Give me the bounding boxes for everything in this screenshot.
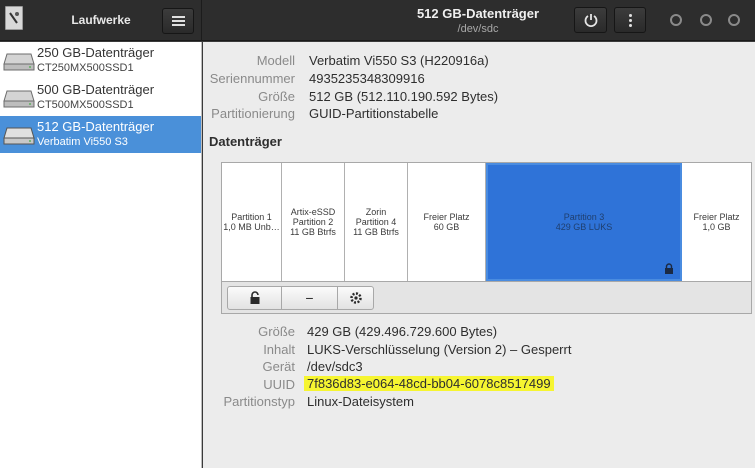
drive-device: /dev/sdc: [457, 23, 499, 35]
sidebar-header: Laufwerke: [0, 0, 202, 41]
drive-name: 512 GB-Datenträger: [37, 119, 155, 134]
hard-disk-icon: [3, 127, 35, 145]
drive-model: CT250MX500SSD1: [37, 62, 134, 74]
drive-model: CT500MX500SSD1: [37, 99, 134, 111]
partition-line2: 60 GB: [433, 222, 460, 232]
partition-segment[interactable]: Zorin Partition 4 11 GB Btrfs: [345, 163, 408, 281]
content-value: LUKS-Verschlüsselung (Version 2) – Gespe…: [307, 342, 572, 357]
partition-line1: Artix-eSSD: [290, 207, 336, 217]
size-label: Größe: [258, 89, 295, 104]
power-icon: [584, 14, 598, 27]
partition-settings-button[interactable]: [337, 286, 374, 310]
uuid-label: UUID: [263, 377, 295, 392]
hamburger-icon-line: [172, 24, 185, 26]
drive-item-selected[interactable]: 512 GB-Datenträger Verbatim Vi550 S3: [0, 116, 201, 153]
hard-disk-icon: [3, 53, 35, 71]
part-size-value: 429 GB (429.496.729.600 Bytes): [307, 324, 498, 339]
hard-disk-icon: [3, 90, 35, 108]
content-label: Inhalt: [263, 342, 295, 357]
partitioning-value: GUID-Partitionstabelle: [309, 106, 439, 121]
drive-name: 250 GB-Datenträger: [37, 45, 155, 60]
volumes-heading: Datenträger: [209, 134, 282, 149]
partition-line2: 429 GB LUKS: [555, 222, 613, 232]
partition-line1: Freier Platz: [693, 212, 740, 222]
partition-line2: Partition 4: [355, 217, 397, 227]
drive-item[interactable]: 500 GB-Datenträger CT500MX500SSD1: [0, 79, 201, 116]
device-label: Gerät: [262, 359, 295, 374]
part-size-label: Größe: [258, 324, 295, 339]
uuid-value: 7f836d83-e064-48cd-bb04-6078c8517499: [304, 376, 554, 391]
header-bar: Laufwerke 512 GB-Datenträger /dev/sdc: [0, 0, 755, 41]
partition-toolbar: −: [221, 282, 752, 314]
drive-options-button[interactable]: [614, 7, 646, 33]
partition-segment[interactable]: Freier Platz 1,0 GB: [682, 163, 751, 281]
partition-line2: 1,0 GB: [702, 222, 731, 232]
drive-list: 250 GB-Datenträger CT250MX500SSD1 500 GB…: [0, 42, 202, 468]
serial-value: 4935235348309916: [309, 71, 425, 86]
serial-label: Seriennummer: [209, 71, 295, 86]
partition-line2: 1,0 MB Unb…: [223, 222, 280, 232]
partition-line3: 11 GB Btrfs: [290, 227, 336, 237]
hamburger-icon-line: [172, 20, 185, 22]
drive-name: 500 GB-Datenträger: [37, 82, 155, 97]
partition-segment[interactable]: Artix-eSSD Partition 2 11 GB Btrfs: [282, 163, 345, 281]
size-value: 512 GB (512.110.190.592 Bytes): [309, 89, 499, 104]
partition-line1: Partition 3: [563, 212, 605, 222]
drive-item[interactable]: 250 GB-Datenträger CT250MX500SSD1: [0, 42, 201, 79]
unlock-button[interactable]: [227, 286, 282, 310]
app-menu-button[interactable]: [162, 8, 194, 34]
model-value: Verbatim Vi550 S3 (H220916a): [309, 53, 489, 68]
maximize-button[interactable]: [700, 14, 712, 26]
model-label: Modell: [256, 53, 295, 68]
partition-type-label: Partitionstyp: [223, 394, 295, 409]
drive-model: Verbatim Vi550 S3: [37, 136, 128, 148]
partition-segment[interactable]: Freier Platz 60 GB: [408, 163, 486, 281]
lock-open-icon: [250, 291, 260, 304]
gear-icon: [350, 292, 362, 304]
power-off-button[interactable]: [574, 7, 607, 33]
hamburger-icon: [172, 16, 185, 18]
uuid-highlight: 7f836d83-e064-48cd-bb04-6078c8517499: [304, 376, 554, 391]
partition-line2: Partition 2: [292, 217, 334, 227]
lock-icon: [665, 263, 673, 274]
device-value: /dev/sdc3: [307, 359, 363, 374]
partition-line1: Freier Platz: [423, 212, 470, 222]
close-button[interactable]: [728, 14, 740, 26]
kebab-menu-icon-dot: [629, 24, 632, 27]
minimize-button[interactable]: [670, 14, 682, 26]
kebab-menu-icon: [629, 14, 632, 17]
partition-segment[interactable]: Partition 1 1,0 MB Unb…: [222, 163, 282, 281]
partition-line1: Zorin: [365, 207, 387, 217]
drive-title: 512 GB-Datenträger: [416, 6, 540, 21]
partition-map: Partition 1 1,0 MB Unb… Artix-eSSD Parti…: [221, 162, 752, 282]
partition-type-value: Linux-Dateisystem: [307, 394, 414, 409]
minus-icon: −: [305, 290, 314, 306]
drive-details: Modell Verbatim Vi550 S3 (H220916a) Seri…: [203, 42, 755, 468]
kebab-menu-icon-dot: [629, 19, 632, 22]
partition-segment-selected[interactable]: Partition 3 429 GB LUKS: [486, 163, 682, 281]
partition-line1: Partition 1: [231, 212, 272, 222]
partition-line3: 11 GB Btrfs: [353, 227, 399, 237]
partitioning-label: Partitionierung: [211, 106, 295, 121]
delete-partition-button[interactable]: −: [281, 286, 338, 310]
window-title: 512 GB-Datenträger /dev/sdc: [352, 6, 604, 35]
